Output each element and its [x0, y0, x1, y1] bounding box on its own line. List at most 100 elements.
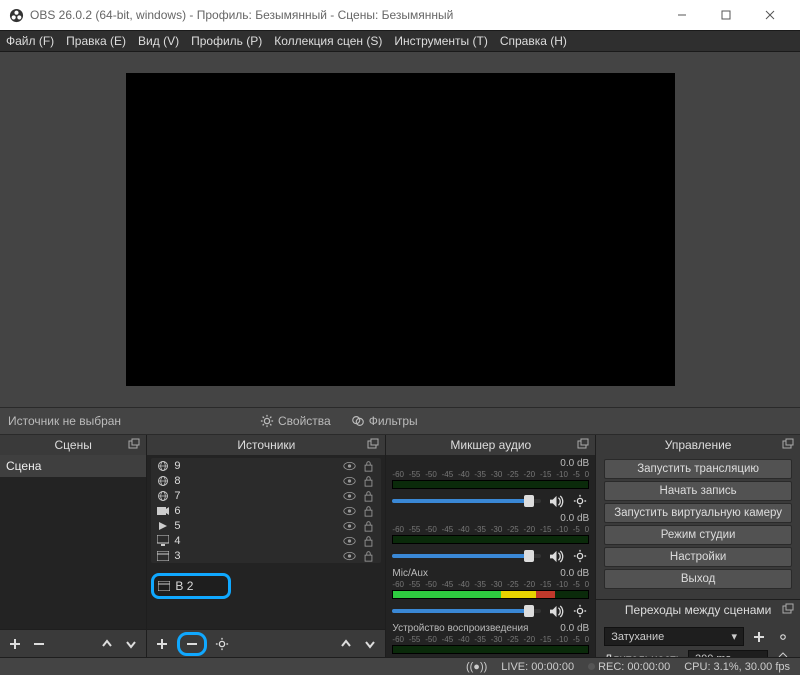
source-item-highlighted[interactable]: В 2 — [151, 573, 231, 599]
visibility-toggle[interactable] — [342, 534, 356, 548]
control-button[interactable]: Настройки — [604, 547, 792, 567]
camera-icon — [157, 505, 169, 517]
monitor-icon — [157, 535, 169, 547]
source-down-button[interactable] — [361, 635, 379, 653]
play-icon — [157, 520, 169, 532]
control-button[interactable]: Режим студии — [604, 525, 792, 545]
sources-list: 9876543 В 2 — [147, 455, 385, 629]
controls-panel: Управление Запустить трансляциюНачать за… — [595, 435, 800, 657]
channel-settings-button[interactable] — [571, 602, 589, 620]
scenes-title: Сцены — [55, 438, 92, 452]
menu-tools[interactable]: Инструменты (T) — [394, 34, 487, 48]
add-transition-button[interactable] — [750, 628, 768, 646]
scenes-footer — [0, 629, 146, 657]
mixer-channel: 0.0 dB-60-55-50-45-40-35-30-25-20-15-10-… — [386, 510, 595, 565]
maximize-button[interactable] — [704, 1, 748, 29]
add-scene-button[interactable] — [6, 635, 24, 653]
transition-settings-button[interactable] — [774, 628, 792, 646]
popout-icon[interactable] — [782, 438, 796, 452]
scene-down-button[interactable] — [122, 635, 140, 653]
filters-button[interactable]: Фильтры — [345, 412, 424, 430]
visibility-toggle[interactable] — [342, 549, 356, 563]
remove-source-button[interactable] — [183, 635, 201, 653]
source-item[interactable]: 6 — [151, 503, 381, 518]
scene-up-button[interactable] — [98, 635, 116, 653]
volume-slider[interactable] — [392, 609, 541, 613]
sources-footer — [147, 629, 385, 657]
minimize-button[interactable] — [660, 1, 704, 29]
menu-help[interactable]: Справка (H) — [500, 34, 567, 48]
popout-icon[interactable] — [128, 438, 142, 452]
volume-slider[interactable] — [392, 554, 541, 558]
control-button[interactable]: Запустить трансляцию — [604, 459, 792, 479]
preview-canvas[interactable] — [126, 73, 675, 386]
channel-settings-button[interactable] — [571, 547, 589, 565]
source-item[interactable]: 3 — [151, 548, 381, 563]
popout-icon[interactable] — [367, 438, 381, 452]
source-item[interactable]: 4 — [151, 533, 381, 548]
app-icon — [8, 7, 24, 23]
mute-button[interactable] — [547, 547, 565, 565]
visibility-toggle[interactable] — [342, 474, 356, 488]
transition-select[interactable]: Затухание ▾ — [604, 627, 744, 646]
lock-toggle[interactable] — [361, 474, 375, 488]
status-live: LIVE: 00:00:00 — [501, 661, 574, 673]
mixer-channel: Устройство воспроизведения0.0 dB-60-55-5… — [386, 620, 595, 657]
source-item[interactable]: 7 — [151, 488, 381, 503]
window-icon — [158, 581, 170, 591]
channel-name — [392, 458, 560, 469]
menu-view[interactable]: Вид (V) — [138, 34, 179, 48]
visibility-toggle[interactable] — [342, 504, 356, 518]
duration-stepper[interactable] — [774, 650, 792, 657]
mute-button[interactable] — [547, 602, 565, 620]
menubar: Файл (F) Правка (E) Вид (V) Профиль (P) … — [0, 30, 800, 52]
audio-meter — [392, 535, 589, 544]
menu-profile[interactable]: Профиль (P) — [191, 34, 262, 48]
visibility-toggle[interactable] — [342, 489, 356, 503]
source-item[interactable]: 9 — [151, 458, 381, 473]
channel-name: Устройство воспроизведения — [392, 623, 560, 634]
menu-edit[interactable]: Правка (E) — [66, 34, 126, 48]
control-button[interactable]: Запустить виртуальную камеру — [604, 503, 792, 523]
volume-slider[interactable] — [392, 499, 541, 503]
source-properties-button[interactable] — [213, 635, 231, 653]
menu-scene-collection[interactable]: Коллекция сцен (S) — [274, 34, 382, 48]
properties-button[interactable]: Свойства — [254, 412, 337, 430]
status-cpu: CPU: 3.1%, 30.00 fps — [684, 661, 790, 673]
lock-toggle[interactable] — [361, 489, 375, 503]
lock-toggle[interactable] — [361, 534, 375, 548]
window-icon — [157, 550, 169, 562]
source-up-button[interactable] — [337, 635, 355, 653]
status-rec: REC: 00:00:00 — [588, 661, 670, 673]
audio-meter — [392, 645, 589, 654]
channel-db: 0.0 dB — [560, 513, 589, 524]
gear-icon — [260, 414, 274, 428]
channel-settings-button[interactable] — [571, 492, 589, 510]
popout-icon[interactable] — [782, 603, 796, 617]
popout-icon[interactable] — [577, 438, 591, 452]
duration-input[interactable]: 300 ms — [688, 650, 768, 657]
add-source-button[interactable] — [153, 635, 171, 653]
mixer-channel: 0.0 dB-60-55-50-45-40-35-30-25-20-15-10-… — [386, 455, 595, 510]
chevron-down-icon: ▾ — [731, 630, 737, 643]
lock-toggle[interactable] — [361, 459, 375, 473]
visibility-toggle[interactable] — [342, 459, 356, 473]
source-item[interactable]: 8 — [151, 473, 381, 488]
source-item[interactable]: 5 — [151, 518, 381, 533]
close-button[interactable] — [748, 1, 792, 29]
mute-button[interactable] — [547, 492, 565, 510]
scene-item[interactable]: Сцена — [0, 455, 146, 477]
visibility-toggle[interactable] — [342, 519, 356, 533]
remove-scene-button[interactable] — [30, 635, 48, 653]
channel-name: Mic/Aux — [392, 568, 560, 579]
menu-file[interactable]: Файл (F) — [6, 34, 54, 48]
channel-name — [392, 513, 560, 524]
control-button[interactable]: Выход — [604, 569, 792, 589]
audio-meter — [392, 480, 589, 489]
lock-toggle[interactable] — [361, 504, 375, 518]
no-source-label: Источник не выбран — [8, 414, 228, 428]
lock-toggle[interactable] — [361, 549, 375, 563]
control-button[interactable]: Начать запись — [604, 481, 792, 501]
transitions-title: Переходы между сценами — [625, 603, 771, 617]
lock-toggle[interactable] — [361, 519, 375, 533]
